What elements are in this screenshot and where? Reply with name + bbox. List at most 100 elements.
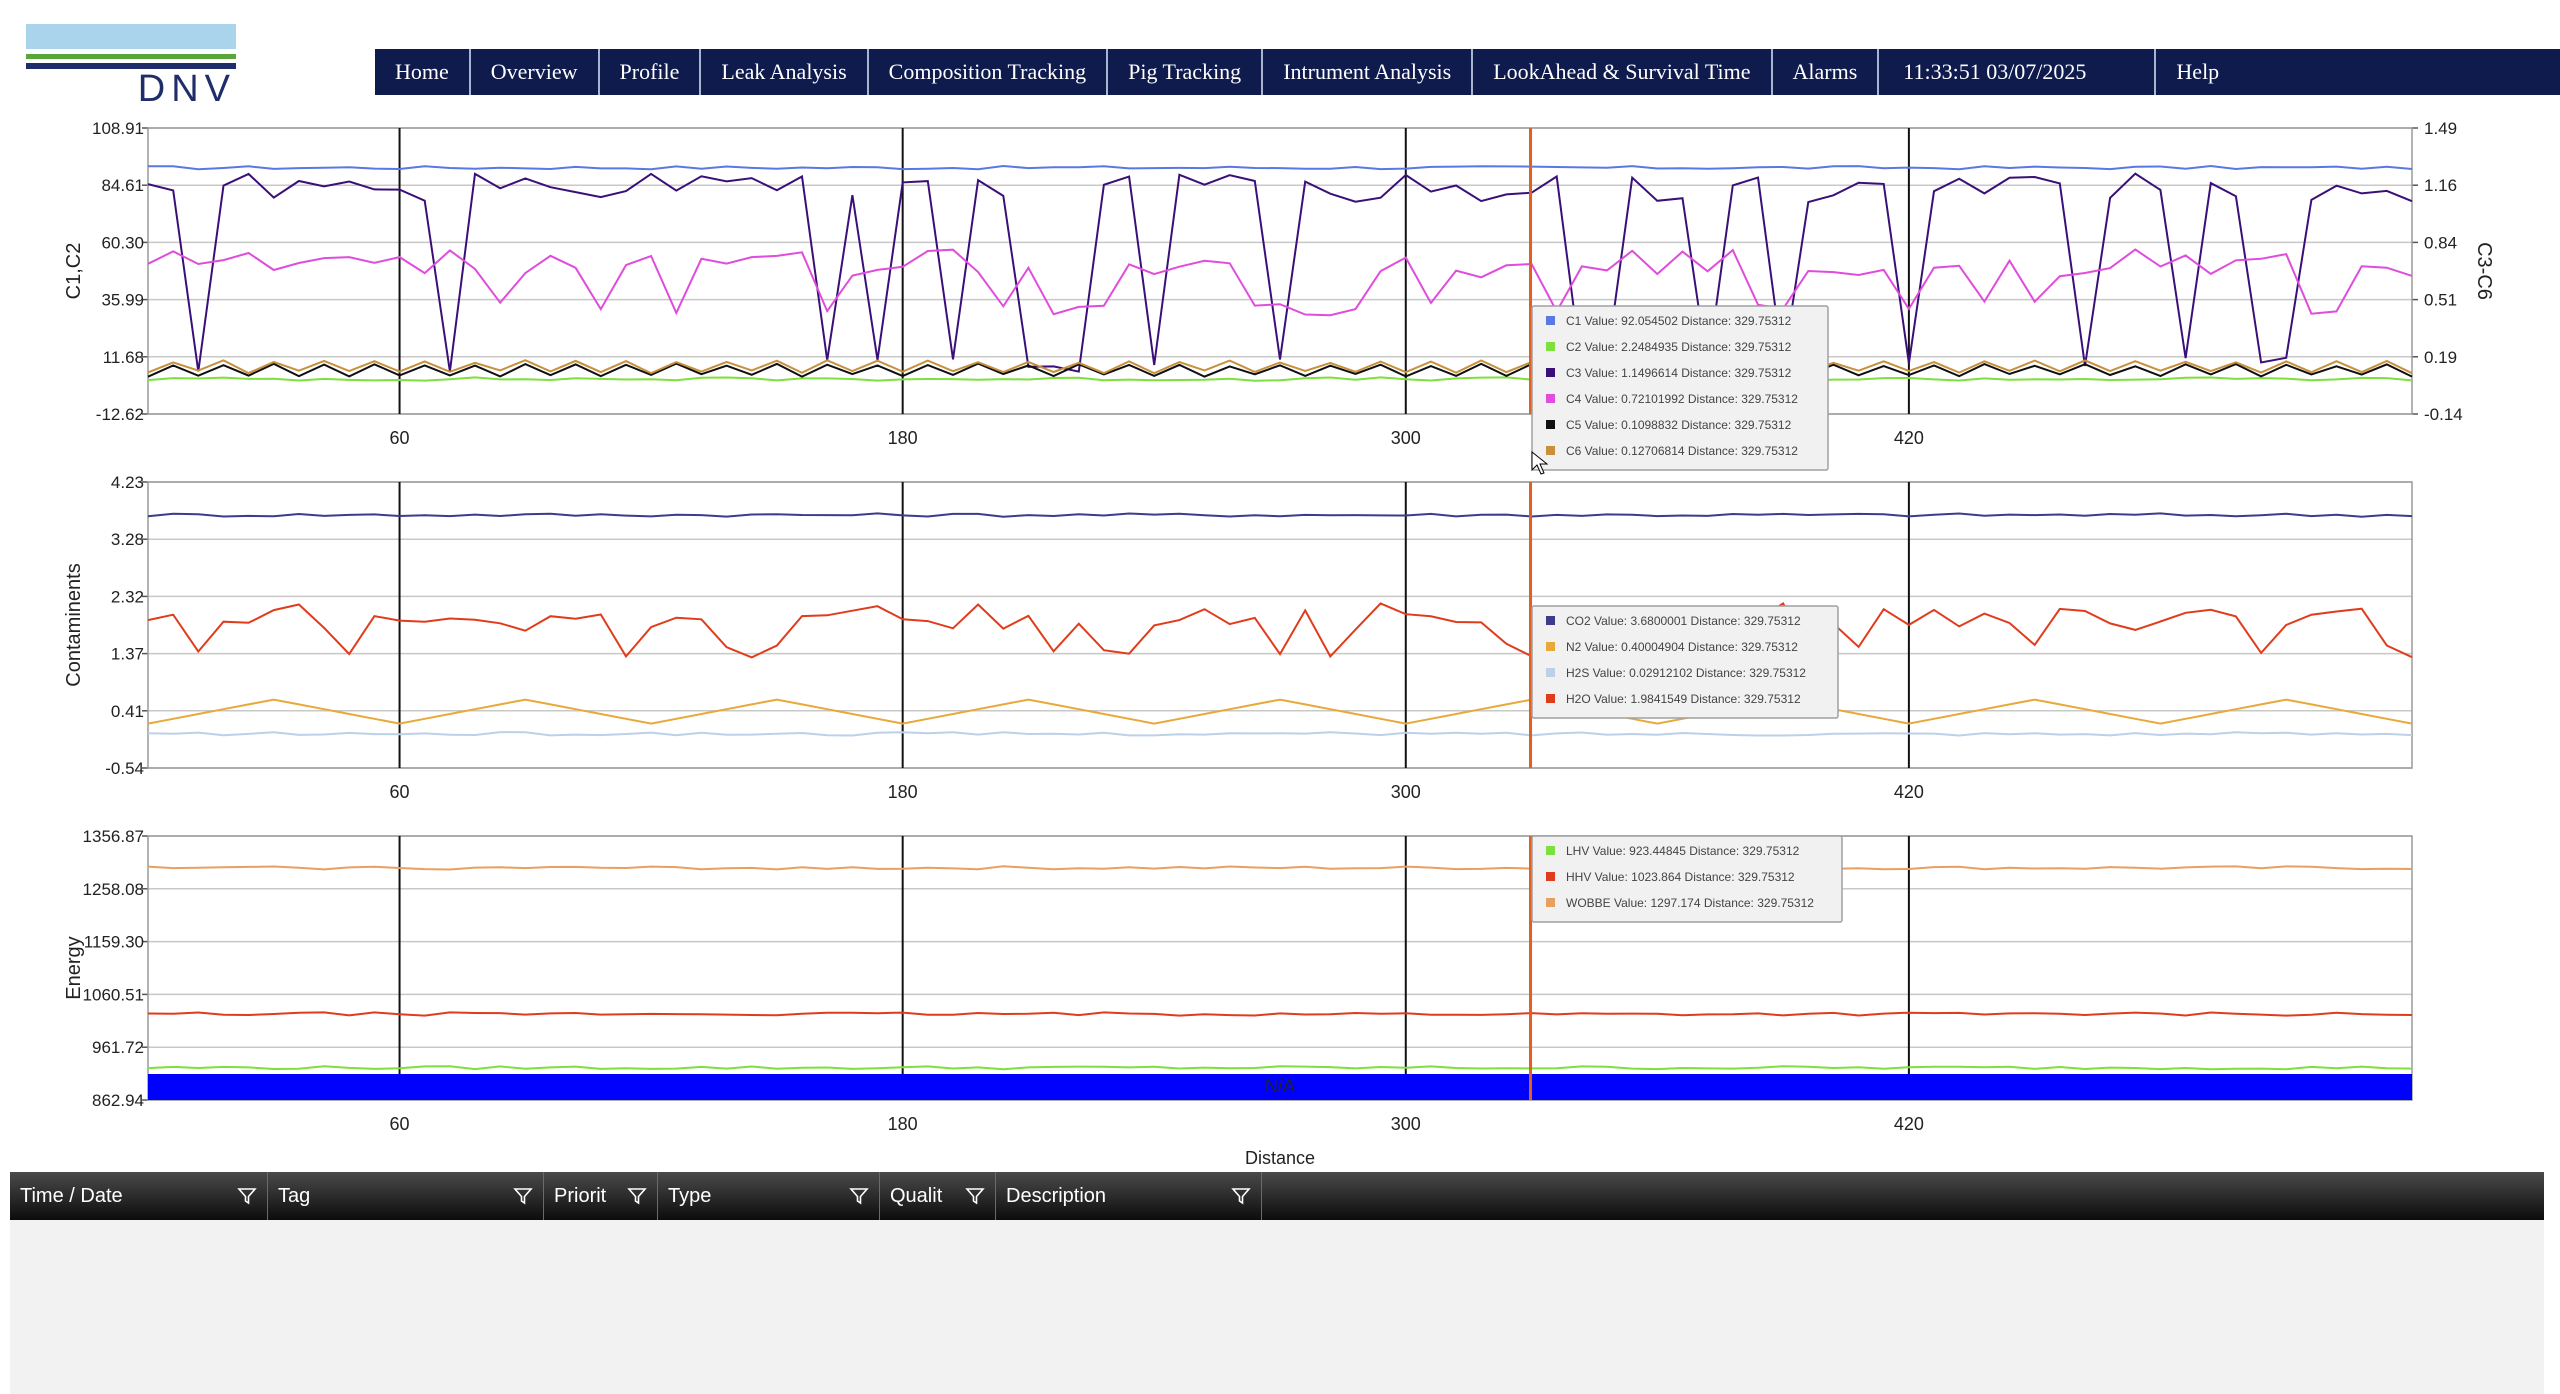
value-tooltip: C1 Value: 92.054502 Distance: 329.75312 C… (1531, 305, 1829, 471)
x-tick-label: 420 (1894, 782, 1924, 802)
main-nav: Home Overview Profile Leak Analysis Comp… (375, 49, 2560, 95)
alarm-table-header: Time / Date Tag Priorit Type Qualit Desc… (10, 1172, 2544, 1220)
tooltip-row: LHV Value: 923.44845 Distance: 329.75312 (1566, 844, 1800, 858)
nav-profile[interactable]: Profile (600, 49, 702, 95)
y-tick-label: 3.28 (111, 530, 144, 549)
alarm-table: Time / Date Tag Priorit Type Qualit Desc… (10, 1172, 2544, 1394)
y-tick-label: 1.37 (111, 645, 144, 664)
x-tick-label: 60 (390, 782, 410, 802)
nav-pig-tracking[interactable]: Pig Tracking (1108, 49, 1264, 95)
y-axis-label: Energy (63, 936, 85, 999)
y-tick-label: 108.91 (92, 119, 144, 138)
col-time-date[interactable]: Time / Date (10, 1172, 268, 1220)
x-tick-label: 420 (1894, 428, 1924, 448)
col-tag[interactable]: Tag (268, 1172, 544, 1220)
filter-icon[interactable] (965, 1186, 985, 1206)
tooltip-swatch (1546, 642, 1555, 651)
series-line-co2 (147, 512, 2413, 518)
y-axis-label: C1,C2 (63, 243, 85, 300)
tooltip-swatch (1546, 342, 1555, 351)
nav-alarms[interactable]: Alarms (1773, 49, 1880, 95)
col-description-label: Description (1006, 1185, 1107, 1207)
header-spacer (1262, 1172, 2544, 1220)
y-right-tick-label: 1.49 (2424, 119, 2457, 138)
tooltip-row: C2 Value: 2.2484935 Distance: 329.75312 (1566, 340, 1792, 354)
tooltip-row: C5 Value: 0.1098832 Distance: 329.75312 (1566, 418, 1792, 432)
filter-icon[interactable] (237, 1186, 257, 1206)
series-line-lhv (147, 1065, 2413, 1071)
tooltip-swatch (1546, 694, 1555, 703)
col-quality-label: Qualit (890, 1185, 943, 1207)
chart-panel-1: 4.23 3.28 2.32 1.37 0.41 -0.54 60 180 300 420 Cont… (63, 473, 2413, 802)
value-tooltip: LHV Value: 923.44845 Distance: 329.75312… (1531, 835, 1843, 923)
filter-icon[interactable] (513, 1186, 533, 1206)
tooltip-row: WOBBE Value: 1297.174 Distance: 329.7531… (1566, 896, 1814, 910)
tooltip-row: H2O Value: 1.9841549 Distance: 329.75312 (1566, 692, 1801, 706)
tooltip-swatch (1546, 394, 1555, 403)
nav-composition-tracking[interactable]: Composition Tracking (869, 49, 1109, 95)
filter-icon[interactable] (1231, 1186, 1251, 1206)
na-band-label: N/A (1265, 1076, 1295, 1096)
y-tick-label: 60.30 (101, 233, 144, 252)
y-tick-label: 2.32 (111, 587, 144, 606)
y-tick-label: -0.54 (105, 759, 144, 778)
nav-instrument-analysis[interactable]: Intrument Analysis (1263, 49, 1474, 95)
y-tick-label: 35.99 (101, 291, 144, 310)
y-tick-label: 4.23 (111, 473, 144, 492)
col-type[interactable]: Type (658, 1172, 880, 1220)
series-line-c4 (147, 248, 2413, 317)
tooltip-swatch (1546, 420, 1555, 429)
tooltip-swatch (1546, 898, 1555, 907)
col-quality[interactable]: Qualit (880, 1172, 996, 1220)
y-axis-label-right: C3-C6 (2473, 242, 2495, 300)
y-tick-label: 1159.30 (84, 933, 144, 952)
chart-panel-2: 1356.87 1258.08 1159.30 1060.51 961.72 862.94… (63, 827, 2413, 1168)
tooltip-swatch (1546, 446, 1555, 455)
nav-home[interactable]: Home (375, 49, 471, 95)
tooltip-row: H2S Value: 0.02912102 Distance: 329.7531… (1566, 666, 1806, 680)
y-tick-label: 961.72 (92, 1038, 144, 1057)
y-tick-label: 11.68 (103, 348, 144, 367)
y-tick-label: -12.62 (96, 405, 144, 424)
x-tick-label: 60 (390, 428, 410, 448)
x-tick-label: 60 (390, 1114, 410, 1134)
x-tick-label: 300 (1391, 1114, 1421, 1134)
col-priority[interactable]: Priorit (544, 1172, 658, 1220)
nav-overview[interactable]: Overview (471, 49, 600, 95)
y-right-tick-label: 1.16 (2424, 176, 2457, 195)
y-tick-label: 862.94 (92, 1091, 144, 1110)
nav-leak-analysis[interactable]: Leak Analysis (701, 49, 869, 95)
logo-band-light (26, 24, 236, 49)
nav-lookahead-survival[interactable]: LookAhead & Survival Time (1473, 49, 1773, 95)
y-tick-label: 0.41 (111, 702, 144, 721)
x-tick-label: 420 (1894, 1114, 1924, 1134)
series-line-h2s (147, 731, 2413, 737)
clock-display: 11:33:51 03/07/2025 (1879, 49, 2157, 95)
tooltip-swatch (1546, 872, 1555, 881)
y-right-tick-label: -0.14 (2424, 405, 2463, 424)
y-right-tick-label: 0.19 (2424, 348, 2457, 367)
series-line-c3 (147, 172, 2413, 373)
y-tick-label: 1258.08 (83, 880, 144, 899)
series-line-n2 (147, 698, 2413, 725)
value-tooltip: CO2 Value: 3.6800001 Distance: 329.75312… (1531, 605, 1839, 719)
series-line-h2o (147, 602, 2413, 659)
col-description[interactable]: Description (996, 1172, 1262, 1220)
logo-band-green (26, 54, 236, 59)
y-axis-label: Contaminents (63, 563, 85, 686)
nav-help[interactable]: Help (2156, 49, 2239, 95)
filter-icon[interactable] (627, 1186, 647, 1206)
series-line-wobbe (147, 865, 2413, 871)
tooltip-swatch (1546, 368, 1555, 377)
filter-icon[interactable] (849, 1186, 869, 1206)
y-tick-label: 1356.87 (83, 827, 144, 846)
y-right-tick-label: 0.51 (2424, 291, 2457, 310)
x-tick-label: 180 (888, 428, 918, 448)
tooltip-row: N2 Value: 0.40004904 Distance: 329.75312 (1566, 640, 1798, 654)
alarm-table-body (10, 1220, 2544, 1394)
col-tag-label: Tag (278, 1185, 311, 1207)
col-priority-label: Priorit (554, 1185, 607, 1207)
x-tick-label: 300 (1391, 782, 1421, 802)
x-axis-label: Distance (1245, 1148, 1315, 1168)
tooltip-row: C3 Value: 1.1496614 Distance: 329.75312 (1566, 366, 1792, 380)
